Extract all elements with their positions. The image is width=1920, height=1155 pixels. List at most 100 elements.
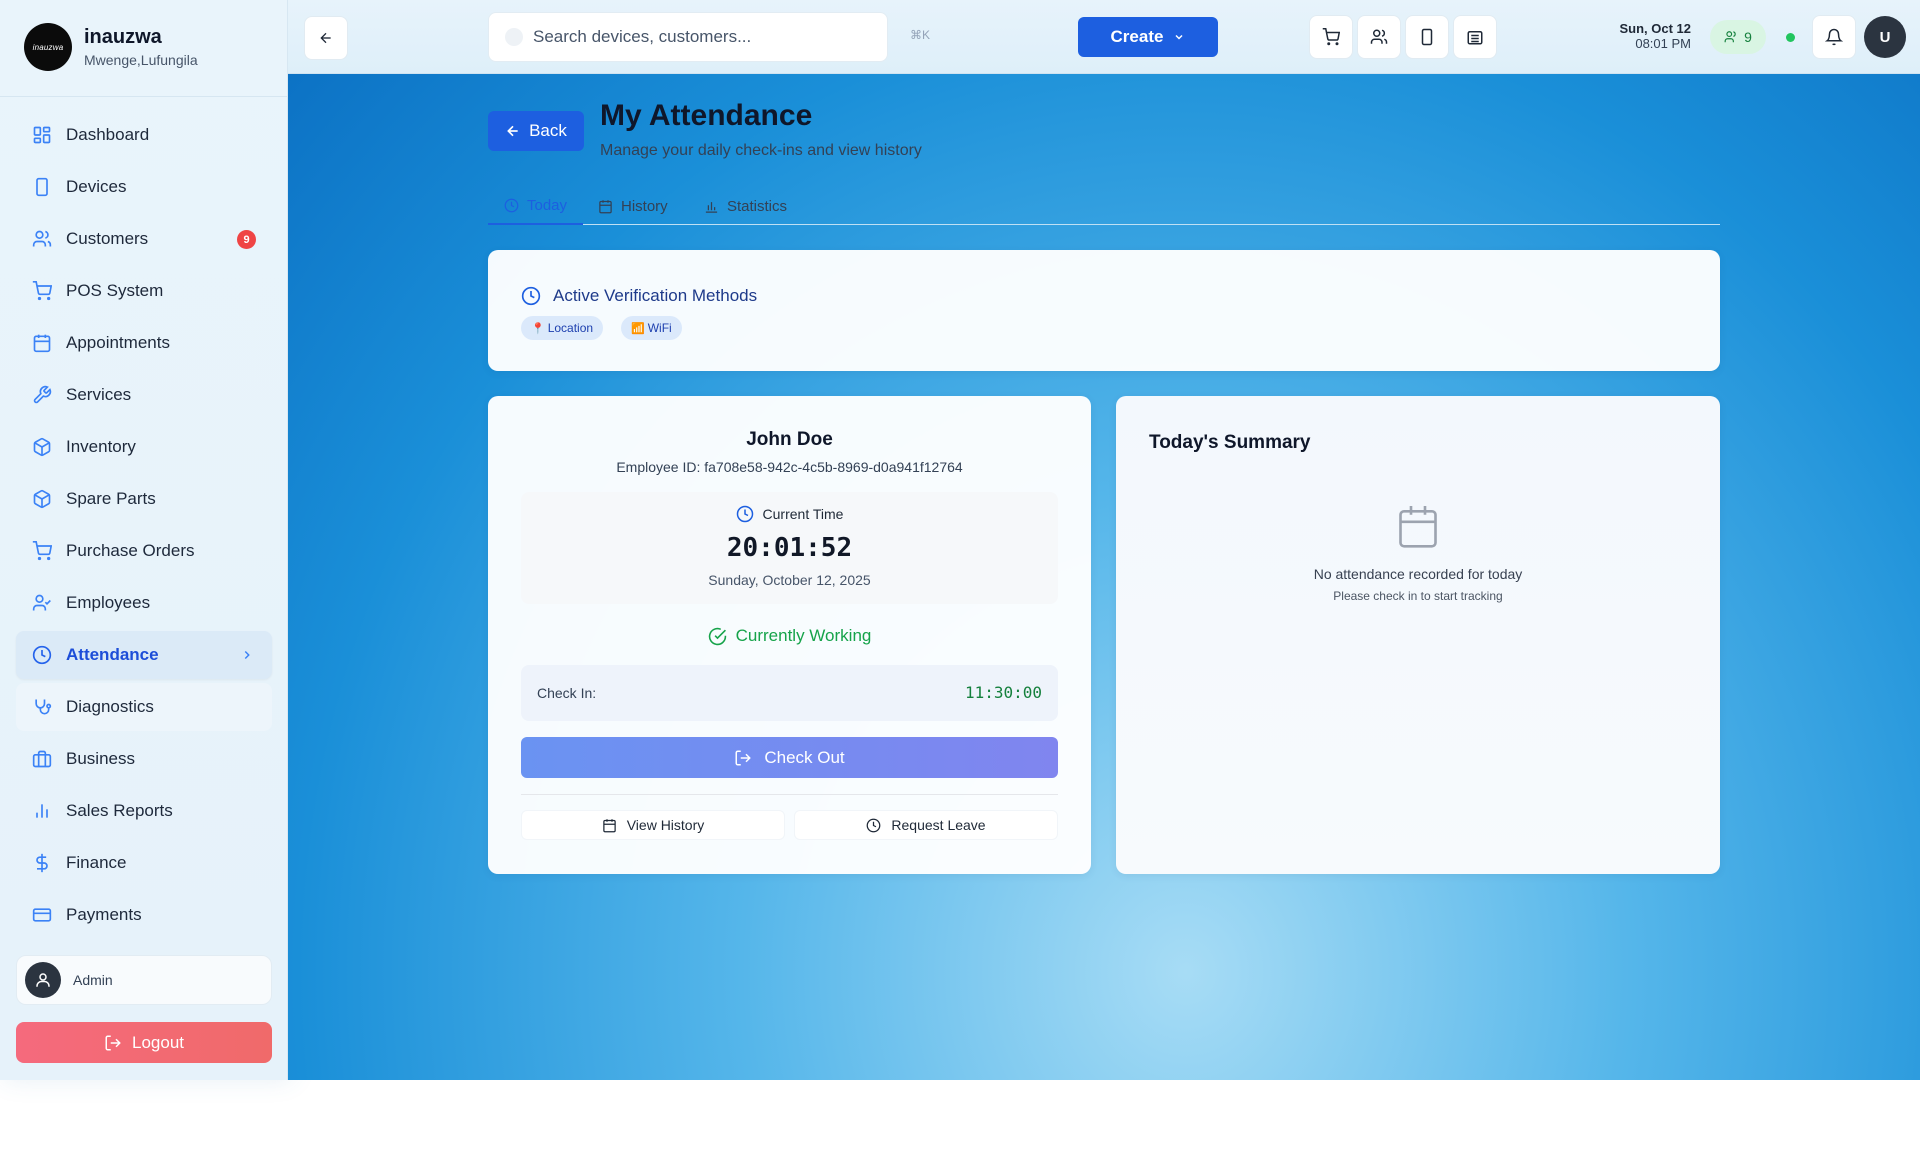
search-shortcut: ⌘K	[910, 28, 931, 42]
view-history-button[interactable]: View History	[521, 810, 785, 840]
sidebar-item-devices[interactable]: Devices	[16, 163, 272, 211]
sidebar-item-label: Diagnostics	[66, 697, 154, 716]
create-label: Create	[1110, 27, 1164, 46]
users-icon	[1724, 31, 1736, 43]
bar-chart-icon	[705, 202, 718, 213]
current-time-panel: Current Time 20:01:52 Sunday, October 12…	[521, 492, 1058, 604]
back-button[interactable]: Back	[488, 111, 584, 151]
current-date-value: Sunday, October 12, 2025	[708, 572, 871, 588]
wrench-icon	[32, 385, 52, 405]
calendar-icon	[1397, 504, 1439, 550]
logout-button[interactable]: Logout	[16, 1022, 272, 1063]
sidebar-item-pos-system[interactable]: POS System	[16, 267, 272, 315]
notifications-button[interactable]	[1812, 15, 1856, 59]
cart-icon	[32, 541, 52, 561]
sidebar-item-label: Inventory	[66, 437, 136, 456]
view-history-label: View History	[626, 817, 705, 833]
employee-name: John Doe	[746, 429, 833, 450]
sidebar-item-label: Spare Parts	[66, 489, 156, 508]
logout-icon	[105, 1035, 121, 1050]
sidebar-item-label: Employees	[66, 593, 151, 612]
sidebar-nav: Dashboard Devices Customers 9 POS System…	[16, 111, 272, 943]
tab-label: History	[621, 198, 668, 215]
briefcase-icon	[32, 749, 52, 769]
arrow-left-icon	[507, 125, 518, 137]
datetime: Sun, Oct 12 08:01 PM	[1588, 21, 1691, 52]
sidebar-item-label: Dashboard	[66, 125, 150, 144]
sidebar-item-employees[interactable]: Employees	[16, 579, 272, 627]
request-leave-button[interactable]: Request Leave	[794, 810, 1058, 840]
sidebar-item-sales-reports[interactable]: Sales Reports	[16, 787, 272, 835]
logout-icon	[735, 750, 752, 765]
verification-methods-card: Active Verification Methods 📍 Location 📶…	[488, 250, 1720, 371]
search-input[interactable]	[533, 27, 873, 47]
tab-statistics[interactable]: Statistics	[688, 188, 803, 225]
tab-history[interactable]: History	[582, 188, 684, 225]
brand[interactable]: inauzwa inauzwa Mwenge,Lufungila	[24, 23, 198, 71]
sidebar-item-label: Finance	[66, 853, 127, 872]
users-icon	[1370, 29, 1388, 44]
sidebar-item-finance[interactable]: Finance	[16, 839, 272, 887]
working-status: Currently Working	[488, 626, 1091, 646]
verification-title-text: Active Verification Methods	[553, 286, 758, 305]
sidebar-item-diagnostics[interactable]: Diagnostics	[16, 683, 272, 731]
search-bar[interactable]	[488, 12, 888, 62]
customers-quick-button[interactable]	[1357, 15, 1401, 59]
brand-divider	[0, 96, 287, 97]
sidebar-item-attendance[interactable]: Attendance	[16, 631, 272, 679]
sidebar-item-spare-parts[interactable]: Spare Parts	[16, 475, 272, 523]
clock-icon	[521, 286, 541, 306]
sidebar-item-label: Purchase Orders	[66, 541, 195, 560]
back-label: Back	[529, 121, 567, 140]
tab-today[interactable]: Today	[488, 188, 584, 225]
attendance-tabs: Today History Statistics	[488, 188, 1720, 225]
current-time: 08:01 PM	[1635, 36, 1691, 51]
employee-id: Employee ID: fa708e58-942c-4c5b-8969-d0a…	[616, 459, 963, 475]
box-icon	[32, 489, 52, 509]
user-menu-avatar[interactable]: U	[1864, 16, 1906, 58]
user-icon	[36, 973, 50, 987]
sidebar-item-customers[interactable]: Customers 9	[16, 215, 272, 263]
current-user-card[interactable]: Admin	[16, 955, 272, 1005]
sidebar-item-label: POS System	[66, 281, 164, 300]
page-subtitle: Manage your daily check-ins and view his…	[600, 142, 922, 159]
sidebar-item-payments[interactable]: Payments	[16, 891, 272, 939]
sidebar-item-label: Attendance	[66, 645, 159, 664]
inventory-quick-button[interactable]	[1453, 15, 1497, 59]
sidebar-item-purchase-orders[interactable]: Purchase Orders	[16, 527, 272, 575]
main-content: ⌘K Create Sun, Oct 12 08:01 PM 9 U	[288, 0, 1920, 1080]
current-date: Sun, Oct 12	[1619, 21, 1691, 36]
employee-attendance-card: John Doe Employee ID: fa708e58-942c-4c5b…	[488, 396, 1091, 874]
request-leave-label: Request Leave	[891, 817, 986, 833]
sidebar-item-business[interactable]: Business	[16, 735, 272, 783]
sidebar-item-appointments[interactable]: Appointments	[16, 319, 272, 367]
method-chip-location: 📍 Location	[521, 316, 604, 340]
working-status-text: Currently Working	[735, 626, 872, 645]
method-label: Location	[547, 321, 594, 335]
create-button[interactable]: Create	[1078, 17, 1218, 57]
devices-quick-button[interactable]	[1405, 15, 1449, 59]
online-count: 9	[1744, 29, 1752, 45]
pos-quick-button[interactable]	[1309, 15, 1353, 59]
divider	[521, 794, 1058, 795]
credit-card-icon	[32, 905, 52, 925]
box-icon	[32, 437, 52, 457]
dashboard-icon	[32, 125, 52, 145]
check-in-label: Check In:	[537, 685, 597, 701]
signal-icon: 📶	[631, 322, 645, 335]
sidebar-item-label: Devices	[66, 177, 127, 196]
sidebar-item-services[interactable]: Services	[16, 371, 272, 419]
sidebar-item-inventory[interactable]: Inventory	[16, 423, 272, 471]
sidebar-item-dashboard[interactable]: Dashboard	[16, 111, 272, 159]
user-name: Admin	[73, 972, 113, 988]
bell-icon	[1825, 28, 1843, 46]
summary-hint-text: Please check in to start tracking	[1333, 589, 1503, 603]
top-bar: ⌘K Create Sun, Oct 12 08:01 PM 9 U	[288, 0, 1920, 74]
summary-title: Today's Summary	[1149, 432, 1311, 453]
device-icon	[1421, 28, 1433, 46]
online-users-badge[interactable]: 9	[1710, 20, 1766, 54]
chevron-right-icon	[240, 648, 254, 662]
back-nav-button[interactable]	[304, 16, 348, 60]
check-out-button[interactable]: Check Out	[521, 737, 1058, 778]
device-icon	[32, 177, 52, 197]
